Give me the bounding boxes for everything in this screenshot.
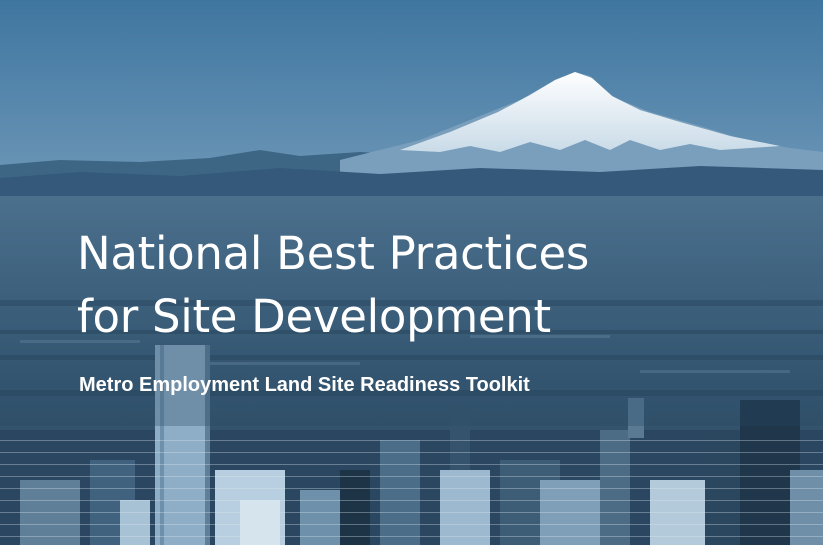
title-line-1: National Best Practices (77, 227, 590, 280)
cover-page: National Best Practices for Site Develop… (0, 0, 823, 545)
title-line-2: for Site Development (77, 290, 551, 343)
cover-title: National Best Practices for Site Develop… (77, 222, 589, 348)
cover-subtitle: Metro Employment Land Site Readiness Too… (79, 374, 530, 396)
